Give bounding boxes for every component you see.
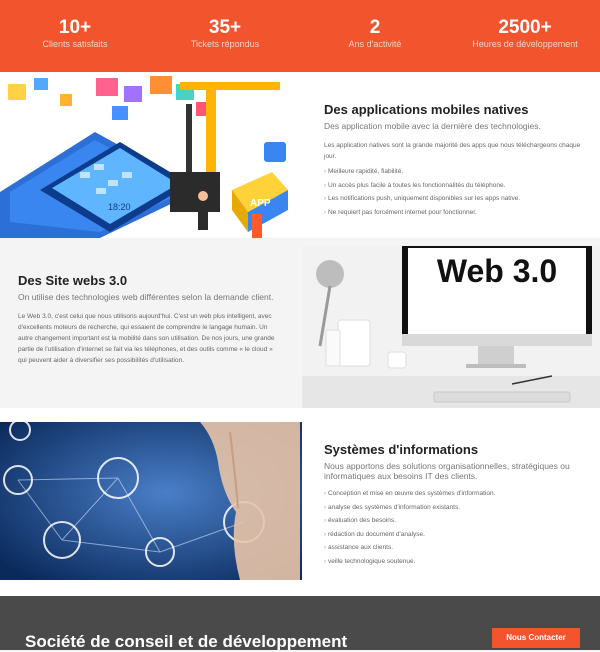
list-item: veille technologique soutenue.: [324, 555, 586, 569]
web3-desk-photo: Web 3.0: [302, 246, 600, 408]
phone-time: 18:20: [108, 202, 131, 212]
stat-value: 10+: [58, 17, 92, 38]
list-item: assistance aux clients.: [324, 541, 586, 555]
app-box-label: APP: [250, 198, 271, 209]
stat-value: 35+: [208, 17, 242, 38]
stat-clients: 10+ Clients satisfaits: [0, 0, 150, 72]
info-systems-text: Systèmes d'informations Nous apportons d…: [324, 442, 586, 568]
network-touch-photo: [0, 422, 302, 580]
section-intro: Les application natives sont la grande m…: [324, 142, 581, 160]
stat-label: Ans d'activité: [348, 39, 402, 49]
mobile-apps-section: 18:20 APP Des applications mobiles nativ…: [0, 72, 600, 238]
web-section: Des Site webs 3.0 On utilise des technol…: [0, 238, 600, 408]
feature-list: Meilleure rapidité, fiabilité. Un accès …: [324, 165, 586, 219]
web-text: Des Site webs 3.0 On utilise des technol…: [18, 273, 280, 366]
section-title: Des Site webs 3.0: [18, 273, 128, 288]
section-subtitle: Nous apportons des solutions organisatio…: [324, 461, 570, 481]
mobile-apps-text: Des applications mobiles natives Des app…: [324, 102, 586, 219]
stat-hours: 2500+ Heures de développement: [450, 0, 600, 72]
section-subtitle: Des application mobile avec la dernière …: [324, 121, 541, 131]
stats-bar: 10+ Clients satisfaits 35+ Tickets répon…: [0, 0, 600, 72]
stat-years: 2 Ans d'activité: [300, 0, 450, 72]
section-paragraph: Le Web 3.0, c'est celui que nous utiliso…: [18, 313, 275, 364]
info-systems-section: Systèmes d'informations Nous apportons d…: [0, 408, 600, 596]
stat-value: 2: [369, 17, 381, 38]
isometric-app-illustration: 18:20 APP: [0, 72, 290, 238]
list-item: analyse des systèmes d'information exist…: [324, 501, 586, 515]
stat-label: Heures de développement: [472, 39, 578, 49]
stat-label: Clients satisfaits: [42, 39, 108, 49]
footer-cta: Société de conseil et de développement N…: [0, 596, 600, 651]
section-title: Systèmes d'informations: [324, 442, 479, 457]
list-item: Meilleure rapidité, fiabilité.: [324, 165, 586, 179]
list-item: Les notifications push, uniquement dispo…: [324, 192, 586, 206]
monitor-screen-text: Web 3.0: [437, 253, 557, 289]
contact-button[interactable]: Nous Contacter: [492, 628, 580, 648]
list-item: Ne requiert pas forcément internet pour …: [324, 206, 586, 220]
list-item: évaluation des besoins.: [324, 514, 586, 528]
list-item: rédaction du document d'analyse.: [324, 528, 586, 542]
stat-value: 2500+: [498, 17, 552, 38]
section-subtitle: On utilise des technologies web différen…: [18, 292, 274, 302]
list-item: Un accès plus facile à toutes les foncti…: [324, 179, 586, 193]
section-title: Des applications mobiles natives: [324, 102, 529, 117]
stat-tickets: 35+ Tickets répondus: [150, 0, 300, 72]
list-item: Conception et mise en œuvre des systèmes…: [324, 487, 586, 501]
stat-label: Tickets répondus: [190, 39, 260, 49]
footer-title: Société de conseil et de développement: [25, 632, 348, 651]
feature-list: Conception et mise en œuvre des systèmes…: [324, 487, 586, 568]
